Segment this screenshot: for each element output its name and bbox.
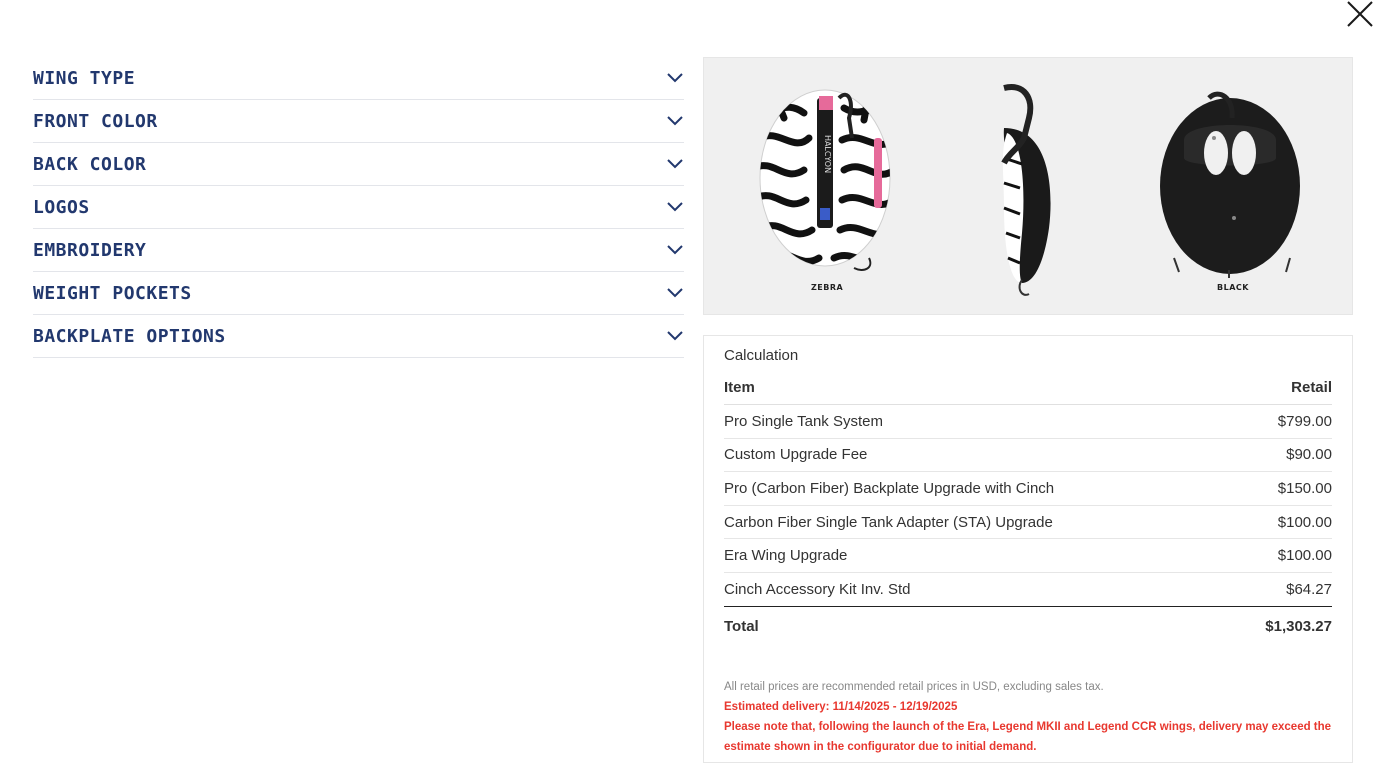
- accordion-back-color[interactable]: BACK COLOR: [33, 143, 684, 186]
- accordion-label: BACK COLOR: [33, 153, 147, 175]
- row-item: Era Wing Upgrade: [724, 547, 848, 565]
- accordion-embroidery[interactable]: EMBROIDERY: [33, 229, 684, 272]
- chevron-down-icon: [666, 284, 684, 302]
- wing-back-view: [1160, 91, 1300, 278]
- row-item: Cinch Accessory Kit Inv. Std: [724, 580, 911, 598]
- chevron-down-icon: [666, 69, 684, 87]
- row-item: Carbon Fiber Single Tank Adapter (STA) U…: [724, 513, 1053, 531]
- row-price: $100.00: [1277, 513, 1332, 531]
- row-item: Pro Single Tank System: [724, 412, 883, 430]
- wing-front-view: HALCYON: [759, 89, 891, 271]
- row-price: $799.00: [1277, 412, 1332, 430]
- total-label: Total: [724, 618, 759, 636]
- total-price: $1,303.27: [1265, 618, 1332, 636]
- header-retail: Retail: [1291, 379, 1332, 396]
- calculation-notes: All retail prices are recommended retail…: [724, 677, 1332, 757]
- row-price: $64.27: [1286, 580, 1332, 598]
- calculation-table-header: Item Retail: [724, 379, 1332, 405]
- table-row: Era Wing Upgrade $100.00: [724, 539, 1332, 573]
- accordion-wing-type[interactable]: WING TYPE: [33, 57, 684, 100]
- chevron-down-icon: [666, 198, 684, 216]
- accordion-label: LOGOS: [33, 196, 90, 218]
- accordion-logos[interactable]: LOGOS: [33, 186, 684, 229]
- row-price: $90.00: [1286, 446, 1332, 464]
- total-row: Total $1,303.27: [724, 607, 1332, 647]
- header-item: Item: [724, 379, 755, 396]
- accordion-backplate-options[interactable]: BACKPLATE OPTIONS: [33, 315, 684, 358]
- table-row: Custom Upgrade Fee $90.00: [724, 439, 1332, 473]
- price-disclaimer: All retail prices are recommended retail…: [724, 680, 1104, 693]
- configurator-options: WING TYPE FRONT COLOR BACK COLOR LOGOS E…: [33, 57, 684, 358]
- wing-brand-text: HALCYON: [823, 135, 832, 173]
- table-row: Carbon Fiber Single Tank Adapter (STA) U…: [724, 506, 1332, 540]
- accordion-label: WEIGHT POCKETS: [33, 282, 192, 304]
- close-icon: [1347, 1, 1373, 27]
- row-item: Custom Upgrade Fee: [724, 446, 868, 464]
- wing-side-view: [1001, 84, 1051, 296]
- chevron-down-icon: [666, 241, 684, 259]
- row-price: $150.00: [1277, 479, 1332, 497]
- row-item: Pro (Carbon Fiber) Backplate Upgrade wit…: [724, 479, 1055, 497]
- table-row: Pro (Carbon Fiber) Backplate Upgrade wit…: [724, 472, 1332, 506]
- table-row: Pro Single Tank System $799.00: [724, 405, 1332, 439]
- delivery-warning: Please note that, following the launch o…: [724, 720, 1332, 753]
- product-preview-image: HALCYON ZEBRA BLACK: [703, 57, 1353, 315]
- accordion-label: WING TYPE: [33, 67, 136, 89]
- front-color-caption: ZEBRA: [811, 283, 844, 292]
- accordion-label: BACKPLATE OPTIONS: [33, 325, 226, 347]
- row-price: $100.00: [1277, 547, 1332, 565]
- close-button[interactable]: [1344, 0, 1376, 32]
- table-row: Cinch Accessory Kit Inv. Std $64.27: [724, 573, 1332, 607]
- calculation-title: Calculation: [724, 347, 799, 364]
- accordion-front-color[interactable]: FRONT COLOR: [33, 100, 684, 143]
- accordion-weight-pockets[interactable]: WEIGHT POCKETS: [33, 272, 684, 315]
- calculation-panel: Calculation Item Retail Pro Single Tank …: [703, 335, 1353, 763]
- accordion-label: EMBROIDERY: [33, 239, 147, 261]
- back-color-caption: BLACK: [1217, 283, 1249, 292]
- chevron-down-icon: [666, 112, 684, 130]
- chevron-down-icon: [666, 155, 684, 173]
- estimated-delivery: Estimated delivery: 11/14/2025 - 12/19/2…: [724, 700, 958, 713]
- accordion-label: FRONT COLOR: [33, 110, 158, 132]
- chevron-down-icon: [666, 327, 684, 345]
